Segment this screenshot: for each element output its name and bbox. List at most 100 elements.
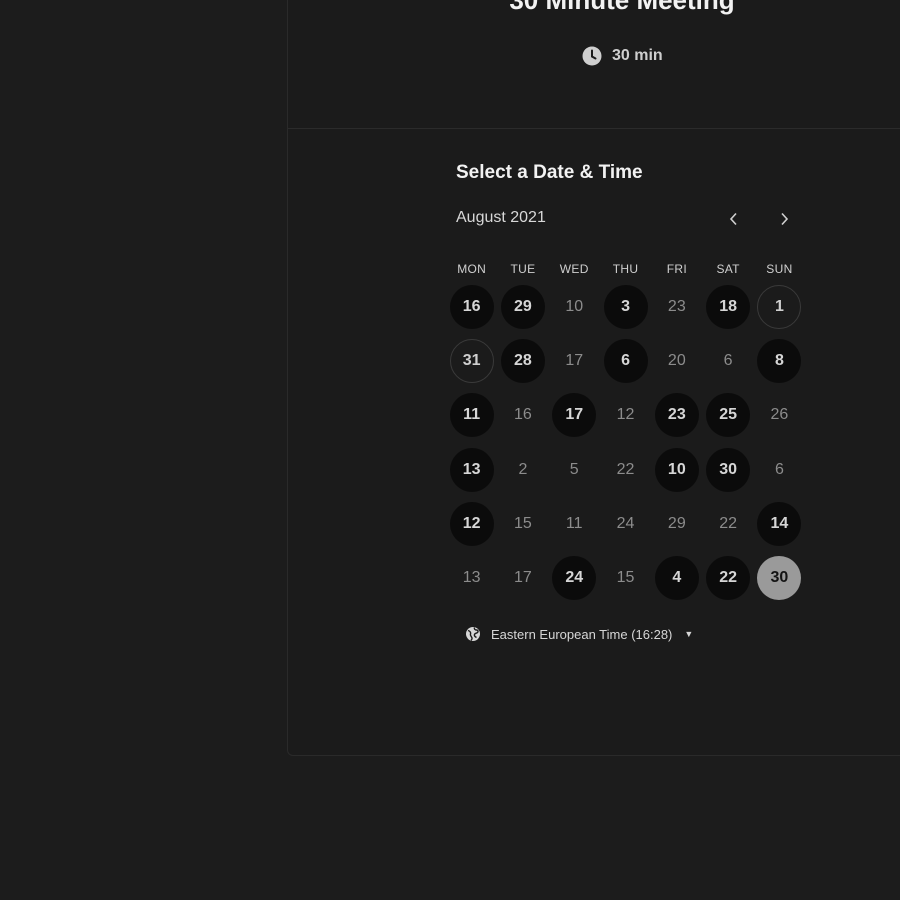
calendar-day: 15	[600, 551, 651, 605]
calendar-day[interactable]: 12	[446, 497, 497, 551]
calendar-day: 26	[754, 388, 805, 442]
calendar-day[interactable]: 6	[600, 334, 651, 388]
timezone-selector[interactable]: Eastern European Time (16:28) ▼	[465, 626, 693, 642]
calendar-day-label: 2	[518, 460, 528, 478]
calendar-day[interactable]: 18	[702, 280, 753, 334]
calendar-day-label: 12	[449, 501, 494, 546]
calendar-day-label: 28	[500, 339, 545, 384]
month-navigation: August 2021	[456, 209, 801, 231]
calendar-day-label: 6	[603, 339, 648, 384]
calendar-day-label: 18	[706, 285, 751, 330]
calendar-day-label: 17	[514, 569, 532, 587]
calendar-day[interactable]: 11	[446, 388, 497, 442]
calendar-day-label: 13	[449, 447, 494, 492]
calendar-day-label: 4	[654, 556, 699, 601]
calendar-day-label: 24	[616, 514, 635, 532]
weekday-mon: MON	[457, 262, 487, 276]
calendar-day-label: 29	[500, 285, 545, 330]
event-title: 30 Minute Meeting	[509, 0, 735, 15]
calendar-grid: 16 29 10 3 23 18 1 31 28 17 6 20 6 8 11 16 17 12 23 25 26 13 2…	[446, 280, 804, 605]
calendar-day-label: 30	[757, 556, 802, 601]
calendar-day: 22	[702, 497, 753, 551]
calendar-day-label: 23	[667, 298, 686, 316]
calendar-day[interactable]: 8	[754, 334, 805, 388]
weekday-sat: SAT	[716, 262, 740, 276]
clock-icon	[582, 46, 602, 66]
calendar-day-label: 17	[565, 352, 584, 370]
calendar-day[interactable]: 14	[754, 497, 805, 551]
calendar-day[interactable]: 1	[754, 280, 805, 334]
calendar-day[interactable]: 31	[446, 334, 497, 388]
duration-label: 30 min	[612, 47, 663, 64]
calendar-day[interactable]: 24	[549, 551, 600, 605]
calendar-day-label: 22	[706, 556, 751, 601]
calendar-day-label: 6	[774, 460, 784, 478]
section-title: Select a Date & Time	[456, 162, 643, 183]
calendar-day: 6	[754, 443, 805, 497]
calendar-day-label: 15	[616, 569, 635, 587]
calendar-day: 29	[651, 497, 702, 551]
calendar-day-label: 22	[616, 460, 635, 478]
calendar-day: 10	[549, 280, 600, 334]
calendar-day: 16	[497, 388, 548, 442]
calendar-day: 11	[549, 497, 600, 551]
calendar-day-label: 23	[654, 393, 699, 438]
calendar-day[interactable]: 29	[497, 280, 548, 334]
calendar-day-label: 10	[654, 447, 699, 492]
calendar-day-label: 24	[552, 556, 597, 601]
weekday-tue: TUE	[510, 262, 536, 276]
calendar-day[interactable]: 16	[446, 280, 497, 334]
calendar-day-label: 15	[514, 514, 532, 532]
chevron-right-icon[interactable]	[770, 205, 798, 233]
calendar-day-label: 20	[667, 352, 686, 370]
calendar-day: 2	[497, 443, 548, 497]
calendar-day: 5	[549, 443, 600, 497]
calendar-day-label: 3	[603, 285, 648, 330]
calendar-day: 24	[600, 497, 651, 551]
calendar-day: 17	[497, 551, 548, 605]
calendar-day: 15	[497, 497, 548, 551]
calendar-day[interactable]: 17	[549, 388, 600, 442]
calendar-day-label: 11	[449, 393, 494, 438]
calendar-day-label: 14	[757, 501, 802, 546]
calendar-day: 17	[549, 334, 600, 388]
calendar-day[interactable]: 23	[651, 388, 702, 442]
calendar-day: 22	[600, 443, 651, 497]
calendar-day: 6	[702, 334, 753, 388]
weekday-header: MON TUE WED THU FRI SAT SUN	[446, 262, 804, 276]
booking-card: 30 Minute Meeting 30 min Select a Date &…	[287, 0, 900, 756]
calendar-day[interactable]: 30	[702, 443, 753, 497]
calendar-day: 13	[446, 551, 497, 605]
calendar-day[interactable]: 22	[702, 551, 753, 605]
weekday-thu: THU	[612, 262, 639, 276]
month-label: August 2021	[456, 209, 546, 226]
timezone-label: Eastern European Time (16:28)	[491, 626, 673, 642]
calendar-day[interactable]: 25	[702, 388, 753, 442]
calendar-day-label: 11	[565, 514, 583, 532]
calendar-day-label: 29	[667, 514, 686, 532]
calendar-day: 20	[651, 334, 702, 388]
calendar-day-label: 31	[449, 339, 494, 384]
calendar-day[interactable]: 28	[497, 334, 548, 388]
event-duration: 30 min	[582, 46, 663, 66]
calendar-day-label: 1	[757, 285, 802, 330]
calendar-day-label: 16	[514, 406, 532, 424]
calendar-day[interactable]: 13	[446, 443, 497, 497]
calendar-day[interactable]: 4	[651, 551, 702, 605]
calendar-day-label: 6	[723, 352, 733, 370]
calendar-day-label: 13	[462, 569, 481, 587]
weekday-fri: FRI	[666, 262, 687, 276]
calendar-day-label: 12	[616, 406, 635, 424]
event-header: 30 Minute Meeting 30 min	[288, 0, 900, 129]
calendar-day: 12	[600, 388, 651, 442]
weekday-sun: SUN	[766, 262, 793, 276]
calendar-day-label: 8	[757, 339, 802, 384]
calendar-day: 23	[651, 280, 702, 334]
calendar-day[interactable]: 3	[600, 280, 651, 334]
calendar-day[interactable]: 10	[651, 443, 702, 497]
chevron-left-icon[interactable]	[720, 205, 748, 233]
globe-icon	[465, 626, 481, 642]
weekday-wed: WED	[559, 262, 589, 276]
calendar-day[interactable]: 30	[754, 551, 805, 605]
caret-down-icon: ▼	[684, 629, 694, 639]
